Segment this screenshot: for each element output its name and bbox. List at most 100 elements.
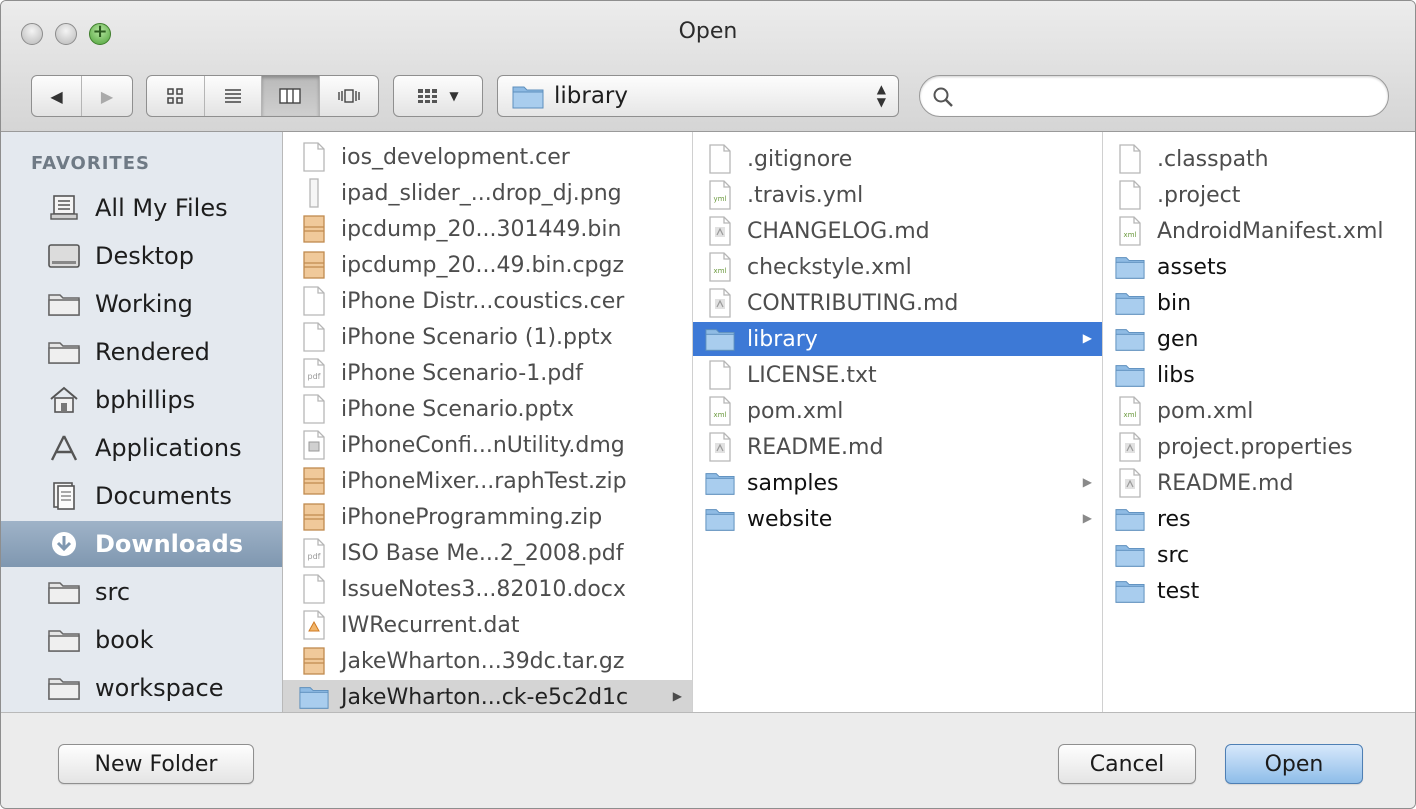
file-row[interactable]: iPhone Distr...coustics.cer	[283, 284, 692, 318]
item-name: iPhone Scenario.pptx	[341, 396, 575, 422]
back-button[interactable]: ◀	[32, 76, 82, 116]
new-folder-button[interactable]: New Folder	[58, 744, 254, 784]
folder-row[interactable]: library ▶	[693, 322, 1102, 356]
home-icon	[47, 386, 81, 414]
folder-row[interactable]: JakeWharton...ck-e5c2d1c ▶	[283, 680, 692, 712]
sidebar: FAVORITES All My Files Desktop Working Rend…	[1, 132, 283, 712]
sidebar-item-working[interactable]: Working	[1, 281, 282, 327]
file-row[interactable]: JakeWharton...39dc.tar.gz	[283, 644, 692, 678]
folder-icon	[1115, 288, 1145, 318]
file-row[interactable]: iPhoneProgramming.zip	[283, 500, 692, 534]
arrange-menu-inner: ▼	[394, 76, 482, 116]
file-row[interactable]: xml pom.xml	[693, 394, 1102, 428]
cancel-button[interactable]: Cancel	[1058, 744, 1196, 784]
column-view-icon	[279, 88, 301, 104]
item-name: LICENSE.txt	[747, 362, 877, 388]
file-row[interactable]: .project	[1103, 178, 1415, 212]
file-row[interactable]: xml AndroidManifest.xml	[1103, 214, 1415, 248]
file-row[interactable]: README.md	[693, 430, 1102, 464]
sidebar-item-desktop[interactable]: Desktop	[1, 233, 282, 279]
document-icon	[705, 360, 735, 390]
arrange-menu-button[interactable]: ▼	[393, 75, 483, 117]
item-name: project.properties	[1157, 434, 1353, 460]
file-row[interactable]: LICENSE.txt	[693, 358, 1102, 392]
sidebar-item-workspace[interactable]: workspace	[1, 665, 282, 711]
view-mode-control	[146, 75, 379, 117]
item-name: res	[1157, 506, 1191, 532]
sidebar-item-all-my-files[interactable]: All My Files	[1, 185, 282, 231]
sidebar-item-label: Documents	[95, 482, 232, 510]
file-row[interactable]: .classpath	[1103, 142, 1415, 176]
file-row[interactable]: CONTRIBUTING.md	[693, 286, 1102, 320]
search-input[interactable]	[964, 82, 1368, 112]
location-popup[interactable]: library ▲ ▼	[497, 75, 899, 117]
item-name: iPhone Scenario (1).pptx	[341, 324, 613, 350]
disclosure-arrow-icon: ▶	[1082, 331, 1092, 345]
sidebar-item-downloads[interactable]: Downloads	[1, 521, 282, 567]
sidebar-item-label: Downloads	[95, 530, 244, 558]
browser-column-3[interactable]: .classpath .project xml AndroidManifest.xml…	[1103, 132, 1415, 712]
file-row[interactable]: project.properties	[1103, 430, 1415, 464]
file-row[interactable]: IWRecurrent.dat	[283, 608, 692, 642]
sidebar-item-label: book	[95, 626, 154, 654]
markdown-file-icon	[705, 288, 735, 318]
all-files-icon	[47, 194, 81, 222]
item-name: AndroidManifest.xml	[1157, 218, 1384, 244]
file-row[interactable]: iPhoneMixer...raphTest.zip	[283, 464, 692, 498]
icon-view-button[interactable]	[147, 76, 205, 116]
folder-row[interactable]: assets	[1103, 250, 1415, 284]
file-row[interactable]: ipcdump_20...301449.bin	[283, 212, 692, 246]
file-row[interactable]: IssueNotes3...82010.docx	[283, 572, 692, 606]
folder-row[interactable]: bin	[1103, 286, 1415, 320]
folder-row[interactable]: test	[1103, 574, 1415, 608]
sidebar-item-src[interactable]: src	[1, 569, 282, 615]
sidebar-item-rendered[interactable]: Rendered	[1, 329, 282, 375]
column-view-button[interactable]	[262, 76, 320, 116]
item-name: JakeWharton...ck-e5c2d1c	[341, 684, 629, 710]
file-row[interactable]: iPhoneConfi...nUtility.dmg	[283, 428, 692, 462]
open-dialog: Open ◀ ▶	[0, 0, 1416, 809]
sidebar-item-label: All My Files	[95, 194, 228, 222]
file-row[interactable]: iPhone Scenario (1).pptx	[283, 320, 692, 354]
search-field[interactable]	[919, 75, 1389, 117]
folder-row[interactable]: res	[1103, 502, 1415, 536]
file-row[interactable]: CHANGELOG.md	[693, 214, 1102, 248]
file-row[interactable]: yml .travis.yml	[693, 178, 1102, 212]
file-row[interactable]: iPhone Scenario.pptx	[283, 392, 692, 426]
item-name: test	[1157, 578, 1200, 604]
archive-icon	[299, 214, 329, 244]
document-icon	[299, 142, 329, 172]
file-row[interactable]: README.md	[1103, 466, 1415, 500]
folder-row[interactable]: samples ▶	[693, 466, 1102, 500]
file-row[interactable]: xml checkstyle.xml	[693, 250, 1102, 284]
search-icon	[933, 87, 953, 107]
folder-row[interactable]: website ▶	[693, 502, 1102, 536]
item-name: ISO Base Me...2_2008.pdf	[341, 540, 624, 566]
file-row[interactable]: pdf iPhone Scenario-1.pdf	[283, 356, 692, 390]
file-row[interactable]: ipcdump_20...49.bin.cpgz	[283, 248, 692, 282]
document-icon	[299, 574, 329, 604]
folder-row[interactable]: src	[1103, 538, 1415, 572]
sidebar-item-bphillips[interactable]: bphillips	[1, 377, 282, 423]
file-row[interactable]: ipad_slider_...drop_dj.png	[283, 176, 692, 210]
archive-icon	[299, 502, 329, 532]
file-row[interactable]: pdf ISO Base Me...2_2008.pdf	[283, 536, 692, 570]
sidebar-item-book[interactable]: book	[1, 617, 282, 663]
browser-column-2[interactable]: .gitignore yml .travis.yml CHANGELOG.md xml c…	[693, 132, 1103, 712]
coverflow-view-button[interactable]	[320, 76, 378, 116]
browser-column-1[interactable]: ios_development.cer ipad_slider_...drop_d…	[283, 132, 693, 712]
item-name: bin	[1157, 290, 1192, 316]
item-name: ipcdump_20...301449.bin	[341, 216, 622, 242]
list-view-button[interactable]	[205, 76, 262, 116]
open-button[interactable]: Open	[1225, 744, 1363, 784]
file-row[interactable]: xml pom.xml	[1103, 394, 1415, 428]
file-row[interactable]: .gitignore	[693, 142, 1102, 176]
folder-row[interactable]: libs	[1103, 358, 1415, 392]
svg-text:xml: xml	[714, 411, 727, 419]
sidebar-item-documents[interactable]: Documents	[1, 473, 282, 519]
sidebar-item-applications[interactable]: Applications	[1, 425, 282, 471]
file-row[interactable]: ios_development.cer	[283, 140, 692, 174]
forward-button[interactable]: ▶	[82, 76, 132, 116]
item-name: samples	[747, 470, 839, 496]
folder-row[interactable]: gen	[1103, 322, 1415, 356]
